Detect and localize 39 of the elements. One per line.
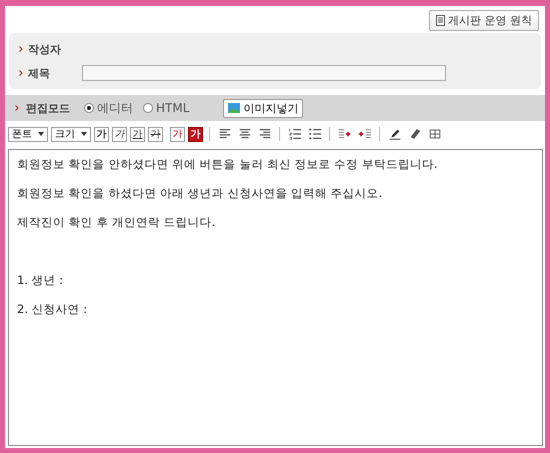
editor-text: 1. 생년 : [17, 273, 64, 287]
image-icon [228, 103, 240, 113]
mode-radio[interactable]: 에디터 [84, 100, 133, 116]
italic-button[interactable]: 가 [112, 126, 127, 142]
editor-text: 제작진이 확인 후 개인연락 드립니다. [17, 215, 216, 229]
mode-radio[interactable]: HTML [143, 101, 190, 115]
bold-button[interactable]: 가 [94, 126, 109, 142]
highlight-button[interactable]: 가 [188, 126, 203, 142]
bullet-list-icon [308, 127, 322, 141]
pencil-icon [388, 127, 402, 141]
chevron-icon [19, 46, 23, 52]
color-button[interactable]: 가 [170, 126, 185, 142]
indent-icon [358, 127, 372, 141]
author-label: 작성자 [28, 42, 61, 56]
align-right-icon [258, 127, 272, 141]
title-label: 제목 [28, 66, 50, 80]
editor-text: 2. 신청사연 : [17, 302, 88, 316]
editor-area[interactable]: 회원정보 확인을 안하셨다면 위에 버튼을 눌러 최신 정보로 수정 부탁드립니다. 회원정보 확인을 하셨다면 아래 생년과 신청사연을 입력해 주십시오. 제작진이 확인 후 개인연락 드립니다. 1. 생년 : 2. 신청사연 : [8, 149, 543, 446]
rules-button[interactable]: 게시판 운영 원칙 [429, 10, 539, 31]
chevron-icon [15, 105, 19, 111]
chevron-icon [19, 70, 23, 76]
align-center-icon [238, 127, 252, 141]
editor-text: 회원정보 확인을 안하셨다면 위에 버튼을 눌러 최신 정보로 수정 부탁드립니다. [17, 157, 438, 171]
numbered-list-icon [288, 127, 302, 141]
toolbar-dropdown[interactable]: 크기 [51, 126, 91, 142]
bullet-list-button[interactable] [306, 126, 323, 142]
insert-image-button[interactable]: 이미지넣기 [223, 98, 304, 118]
document-icon [436, 15, 445, 26]
align-left-icon [218, 127, 232, 141]
caret-icon [81, 132, 87, 136]
toolbar-dropdown[interactable]: 폰트 [8, 126, 48, 142]
underline-button[interactable]: 가 [130, 126, 145, 142]
title-field[interactable] [82, 65, 446, 81]
caret-icon [38, 132, 44, 136]
outdent-icon [338, 127, 352, 141]
strike-button[interactable]: 가 [148, 126, 163, 142]
editor-text: 회원정보 확인을 하셨다면 아래 생년과 신청사연을 입력해 주십시오. [17, 186, 382, 200]
edit-mode-label: 편집모드 [26, 100, 70, 116]
table-icon [428, 127, 442, 141]
